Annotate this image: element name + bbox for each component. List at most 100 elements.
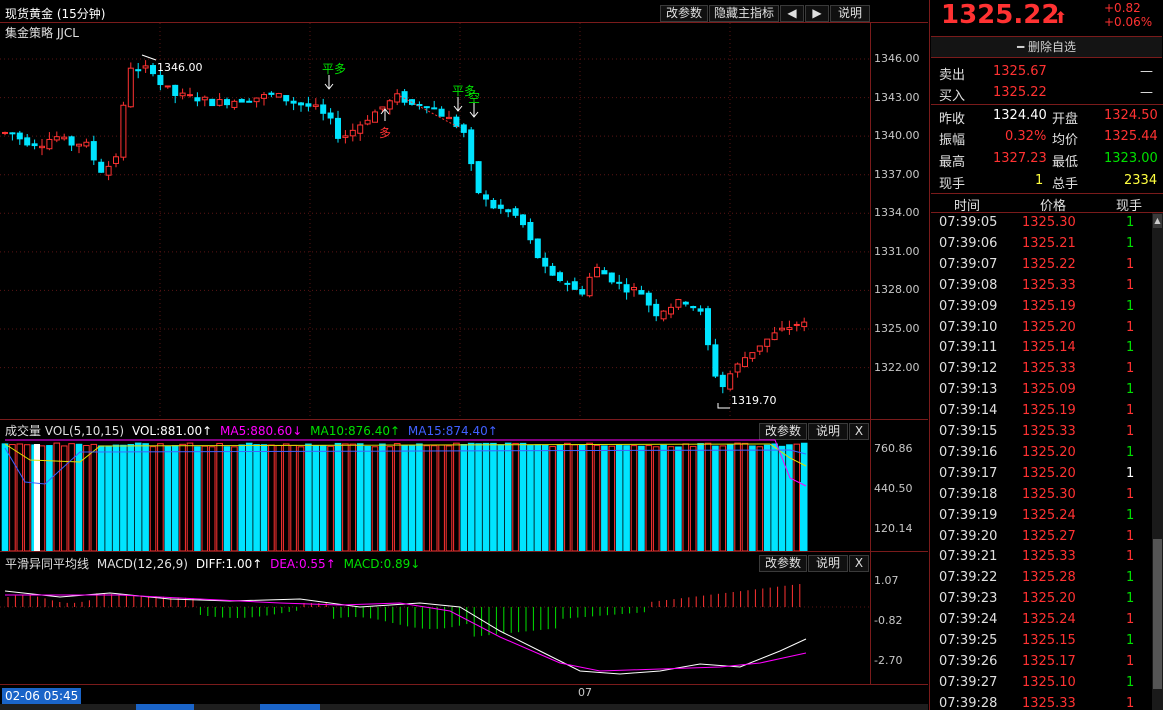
candle-down	[135, 69, 142, 72]
macd-param-button[interactable]: 改参数	[759, 555, 807, 572]
tick-time: 07:39:11	[939, 340, 998, 356]
day-high-value: 1327.23	[993, 151, 1047, 166]
signal-long: 多	[379, 126, 392, 140]
tick-time: 07:39:08	[939, 277, 998, 293]
scroll-right-button[interactable]: ▶	[805, 5, 829, 22]
tick-price: 1325.27	[1022, 528, 1076, 544]
tick-row: 07:39:06 1325.21 1	[930, 234, 1152, 254]
candle-down	[512, 208, 519, 216]
volume-bar-down	[497, 444, 505, 551]
hide-main-indicator-button[interactable]: 隐藏主指标	[709, 5, 779, 22]
volume-bar-down	[356, 443, 364, 551]
candle-down	[557, 272, 563, 281]
help-button[interactable]: 说明	[830, 5, 870, 22]
price-tick-label: 1328.00	[874, 283, 920, 297]
day-low-label: 最低	[1052, 155, 1079, 170]
volume-bar-up	[430, 445, 438, 551]
tick-volume: 1	[1126, 340, 1135, 356]
candle-down	[712, 344, 719, 377]
volume-bar-up	[90, 443, 98, 551]
current-volume-label: 现手	[939, 177, 966, 192]
candle-up	[771, 332, 778, 341]
volume-bar-up	[689, 445, 697, 551]
tick-scrollbar[interactable]: ▲	[1152, 213, 1163, 710]
volume-bar-down	[127, 444, 135, 551]
bottom-tab-active[interactable]	[136, 704, 194, 710]
volume-chart[interactable]	[0, 438, 870, 551]
volume-bar-up	[593, 444, 601, 551]
high-price-label: 1346.00	[157, 61, 203, 74]
candle-down	[438, 108, 445, 117]
candle-up	[779, 327, 785, 331]
chart-title: 现货黄金 (15分钟)	[5, 7, 106, 21]
candle-down	[172, 84, 179, 96]
low-marker-line	[717, 403, 730, 409]
ticks-header: 时间 价格 现手	[930, 194, 1163, 214]
candle-down	[298, 102, 304, 106]
volume-bar-up	[645, 445, 653, 551]
volume-bar-up	[216, 442, 223, 551]
candle-down	[571, 281, 578, 290]
volume-bar-up	[371, 446, 379, 551]
ask-qty: —	[1140, 64, 1153, 79]
tick-price: 1325.17	[1022, 653, 1076, 669]
candle-down	[290, 100, 297, 104]
tick-row: 07:39:25 1325.15 1	[930, 631, 1152, 651]
signal-arrow-down	[324, 75, 334, 90]
candle-down	[9, 132, 16, 135]
signal-short: 空	[468, 91, 481, 105]
tick-volume: 1	[1126, 235, 1135, 251]
candle-down	[68, 136, 75, 146]
candlestick-chart[interactable]	[0, 23, 870, 419]
volume-bar-down	[660, 444, 667, 551]
candle-up	[749, 352, 756, 359]
low-price-label: 1319.70	[731, 394, 777, 407]
candle-down	[305, 103, 312, 107]
volume-bar-up	[734, 442, 741, 551]
macd-close-button[interactable]: X	[849, 555, 869, 572]
volume-bar-up	[349, 443, 357, 551]
volume-bar-up	[231, 446, 238, 551]
scrollbar-up-arrow[interactable]: ▲	[1153, 214, 1162, 228]
candle-down	[564, 282, 571, 285]
candle-down	[460, 124, 467, 133]
high-low-row: 最高 1327.23 最低 1323.00	[930, 149, 1163, 170]
candle-down	[238, 98, 245, 103]
candle-up	[2, 131, 8, 134]
param-button[interactable]: 改参数	[660, 5, 708, 22]
remove-favorite-button[interactable]: ━ 删除自选	[931, 36, 1162, 58]
volume-bar-up	[652, 446, 660, 551]
candle-down	[719, 374, 726, 388]
candle-up	[127, 67, 134, 108]
tick-price: 1325.20	[1022, 465, 1076, 481]
volume-bar-down	[223, 446, 231, 551]
candle-down	[423, 106, 430, 109]
tick-volume: 1	[1126, 591, 1135, 607]
volume-bar-up	[741, 442, 749, 551]
total-volume-value: 2334	[1124, 173, 1158, 188]
scrollbar-thumb[interactable]	[1153, 539, 1162, 689]
candle-up	[756, 345, 763, 352]
candle-down	[98, 161, 105, 173]
candle-down	[327, 112, 334, 119]
volume-bar-down	[786, 444, 793, 551]
macd-chart[interactable]	[0, 571, 870, 684]
candle-up	[342, 135, 349, 138]
candle-up	[253, 97, 260, 103]
volume-bar-up	[549, 446, 556, 551]
macd-diff: DIFF:1.00↑	[195, 557, 263, 571]
volume-bar-up	[201, 445, 209, 551]
tick-time: 07:39:25	[939, 633, 998, 648]
chart-area[interactable]: 现货黄金 (15分钟) 改参数 隐藏主指标 ◀ ▶ 说明 集金策略 JJCL 1…	[0, 0, 928, 710]
macd-help-button[interactable]: 说明	[808, 555, 848, 572]
tick-volume: 1	[1126, 424, 1135, 439]
volume-bar-down	[97, 445, 105, 551]
volume-bar-up	[393, 443, 401, 551]
volume-bar-down	[312, 445, 320, 551]
volume-row: 现手 1 总手 2334	[930, 171, 1163, 192]
volume-bar-down	[534, 444, 542, 551]
macd-params: MACD(12,26,9)	[96, 557, 188, 571]
prev-close-row: 昨收 1324.40 开盘 1324.50	[930, 106, 1163, 127]
scroll-left-button[interactable]: ◀	[780, 5, 804, 22]
bottom-tab[interactable]	[260, 704, 320, 710]
